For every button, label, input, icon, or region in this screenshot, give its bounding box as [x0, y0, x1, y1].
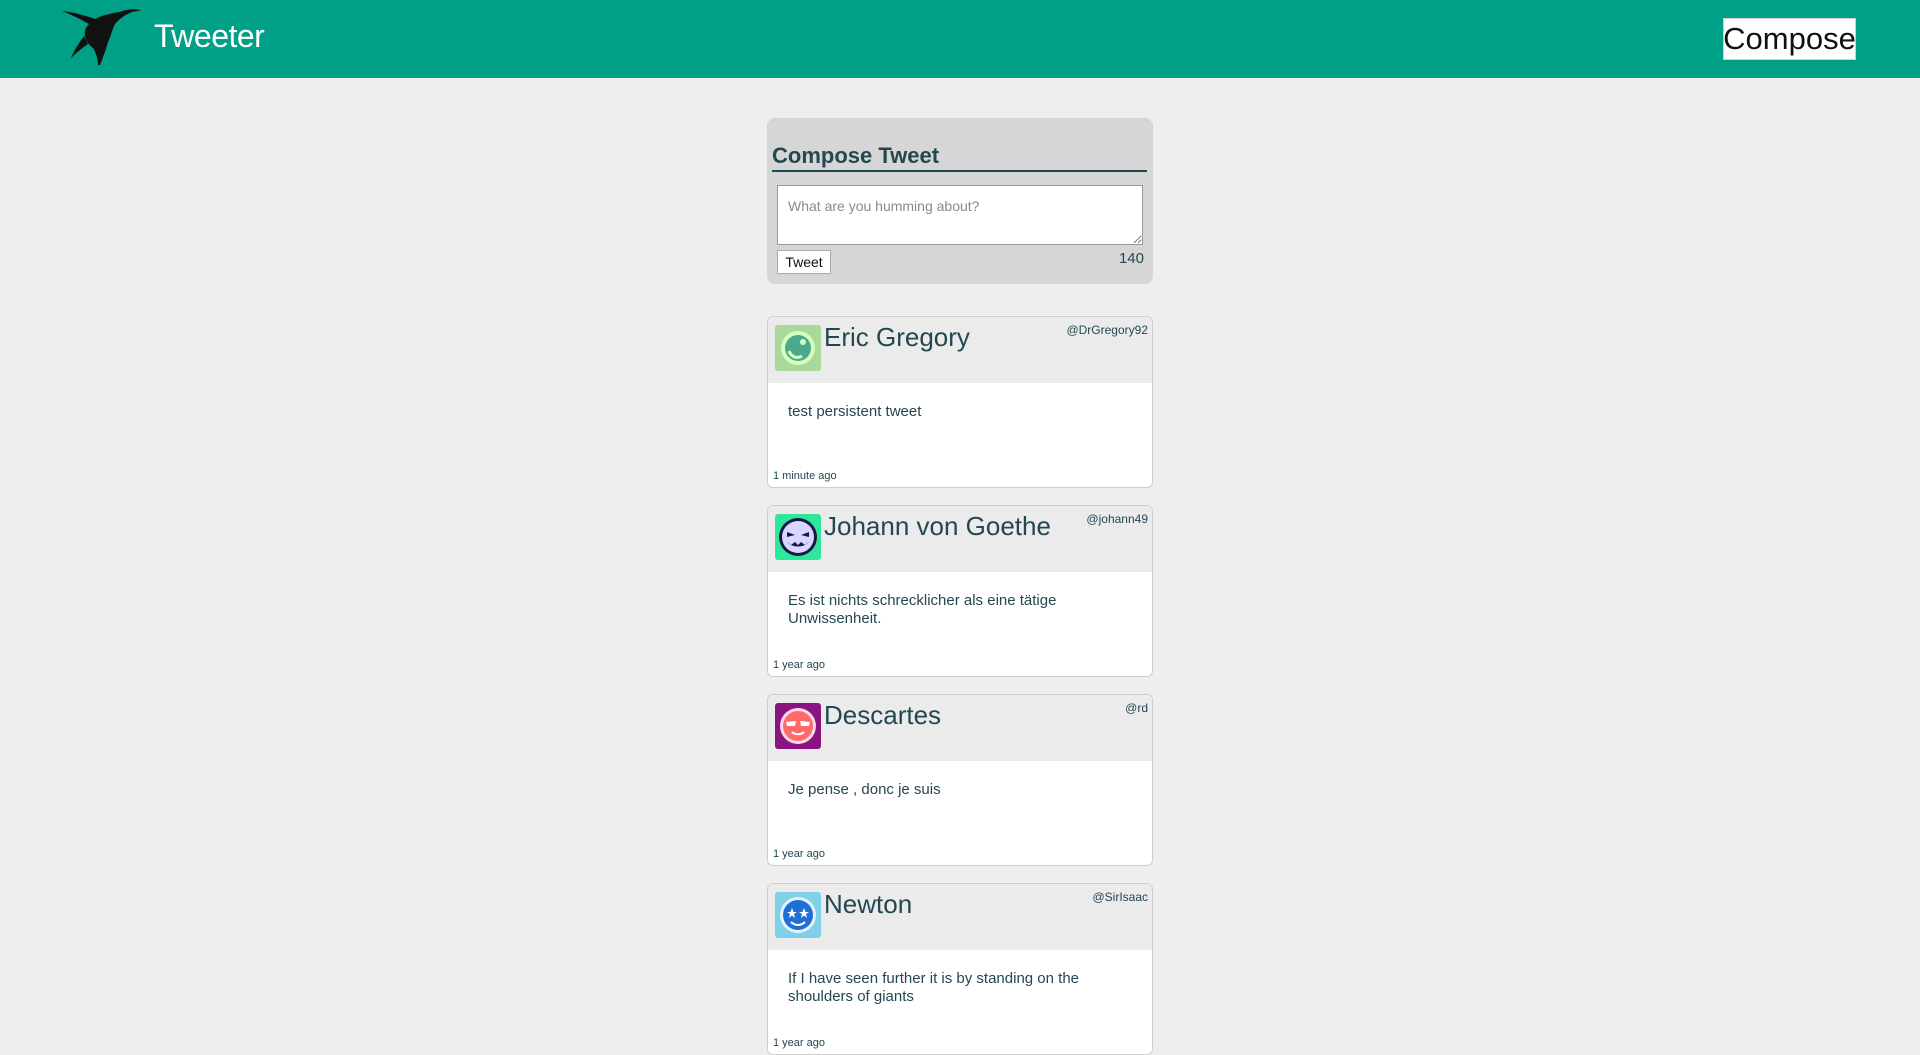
- tweet-header: Eric Gregory @DrGregory92: [768, 317, 1152, 383]
- character-counter: 140: [1118, 250, 1144, 267]
- tweet-timestamp: 1 year ago: [773, 848, 825, 860]
- tweet-submit-button[interactable]: Tweet: [777, 250, 831, 274]
- tweet-card: Newton @SirIsaac If I have seen further …: [767, 883, 1153, 1055]
- top-nav-bar: Tweeter Compose: [0, 0, 1920, 78]
- avatar-icon: [775, 892, 821, 938]
- compose-tweet-panel: Compose Tweet Tweet 140: [767, 118, 1153, 284]
- tweet-text: test persistent tweet: [788, 403, 922, 420]
- tweet-author-name: Newton: [824, 889, 913, 919]
- tweet-author-name: Eric Gregory: [824, 322, 970, 352]
- tweet-author-handle: @DrGregory92: [1066, 323, 1148, 337]
- tweet-header: Descartes @rd: [768, 695, 1152, 761]
- hummingbird-logo-icon: [62, 9, 142, 65]
- tweet-author-name: Johann von Goethe: [824, 511, 1051, 541]
- tweet-timestamp: 1 year ago: [773, 659, 825, 671]
- app-title: Tweeter: [154, 18, 265, 54]
- tweet-author-name: Descartes: [824, 700, 942, 730]
- avatar-icon: [775, 514, 821, 560]
- tweet-card: Johann von Goethe @johann49 Es ist nicht…: [767, 505, 1153, 677]
- tweet-header: Johann von Goethe @johann49: [768, 506, 1152, 572]
- tweet-text: Je pense , donc je suis: [788, 781, 941, 798]
- compose-title: Compose Tweet: [772, 143, 1147, 172]
- tweet-timestamp: 1 minute ago: [773, 470, 837, 482]
- tweet-text: If I have seen further it is by standing…: [788, 970, 1080, 1005]
- tweet-author-handle: @SirIsaac: [1092, 890, 1148, 904]
- tweet-author-handle: @johann49: [1086, 512, 1148, 526]
- tweet-author-handle: @rd: [1125, 701, 1148, 715]
- tweet-text: Es ist nichts schrecklicher als eine tät…: [788, 592, 1057, 627]
- tweet-card: Eric Gregory @DrGregory92 test persisten…: [767, 316, 1153, 488]
- tweet-timestamp: 1 year ago: [773, 1037, 825, 1049]
- avatar-icon: [775, 703, 821, 749]
- tweet-header: Newton @SirIsaac: [768, 884, 1152, 950]
- compose-button[interactable]: Compose: [1723, 18, 1856, 60]
- tweet-card: Descartes @rd Je pense , donc je suis 1 …: [767, 694, 1153, 866]
- tweet-text-input[interactable]: [777, 185, 1143, 245]
- avatar-icon: [775, 325, 821, 371]
